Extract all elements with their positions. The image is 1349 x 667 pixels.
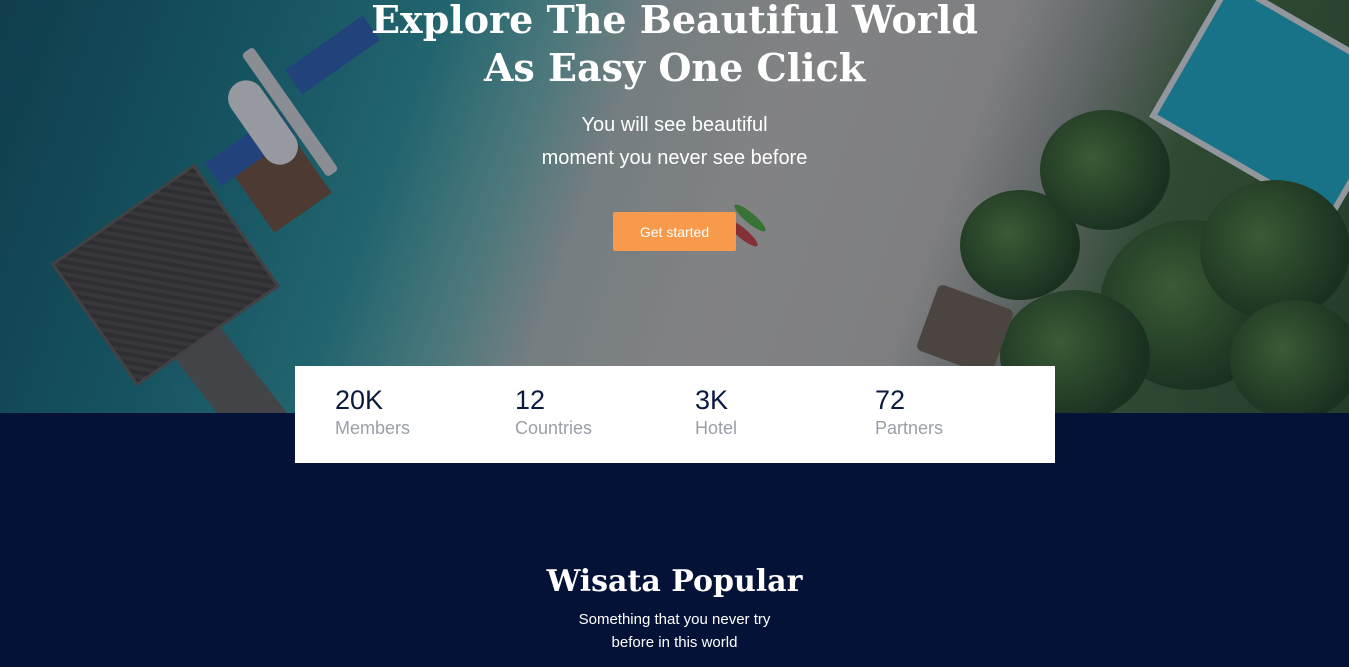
stat-value: 12 [515,385,546,415]
hero-title-line2: As Easy One Click [483,45,866,90]
stat-label: Members [335,418,411,438]
hero-content: Explore The Beautiful World As Easy One … [0,0,1349,175]
stat-hotel: 3K Hotel [695,366,875,463]
get-started-button[interactable]: Get started [613,212,736,251]
stat-label: Hotel [695,418,738,438]
hero-title-line1: Explore The Beautiful World [371,0,978,42]
section-subtitle-line1: Something that you never try [578,611,771,628]
hero-title: Explore The Beautiful World As Easy One … [0,0,1349,92]
popular-section: Wisata Popular Something that you never … [0,560,1349,654]
section-subtitle: Something that you never try before in t… [0,608,1349,654]
stat-label: Partners [875,418,944,438]
stat-value: 20K [335,385,384,415]
hero-section: Explore The Beautiful World As Easy One … [0,0,1349,413]
section-title: Wisata Popular [546,564,803,599]
stat-value: 3K [695,385,729,415]
stat-countries: 12 Countries [515,366,695,463]
stat-label: Countries [515,418,593,438]
stat-value: 72 [875,385,906,415]
hero-subtitle-line1: You will see beautiful [581,114,768,136]
stat-members: 20K Members [335,366,515,463]
hero-subtitle-line2: moment you never see before [541,147,808,169]
section-subtitle-line2: before in this world [611,634,738,651]
hero-subtitle: You will see beautiful moment you never … [0,109,1349,175]
stat-partners: 72 Partners [875,366,1055,463]
stats-panel: 20K Members 12 Countries 3K Hotel 72 Par… [295,366,1055,463]
